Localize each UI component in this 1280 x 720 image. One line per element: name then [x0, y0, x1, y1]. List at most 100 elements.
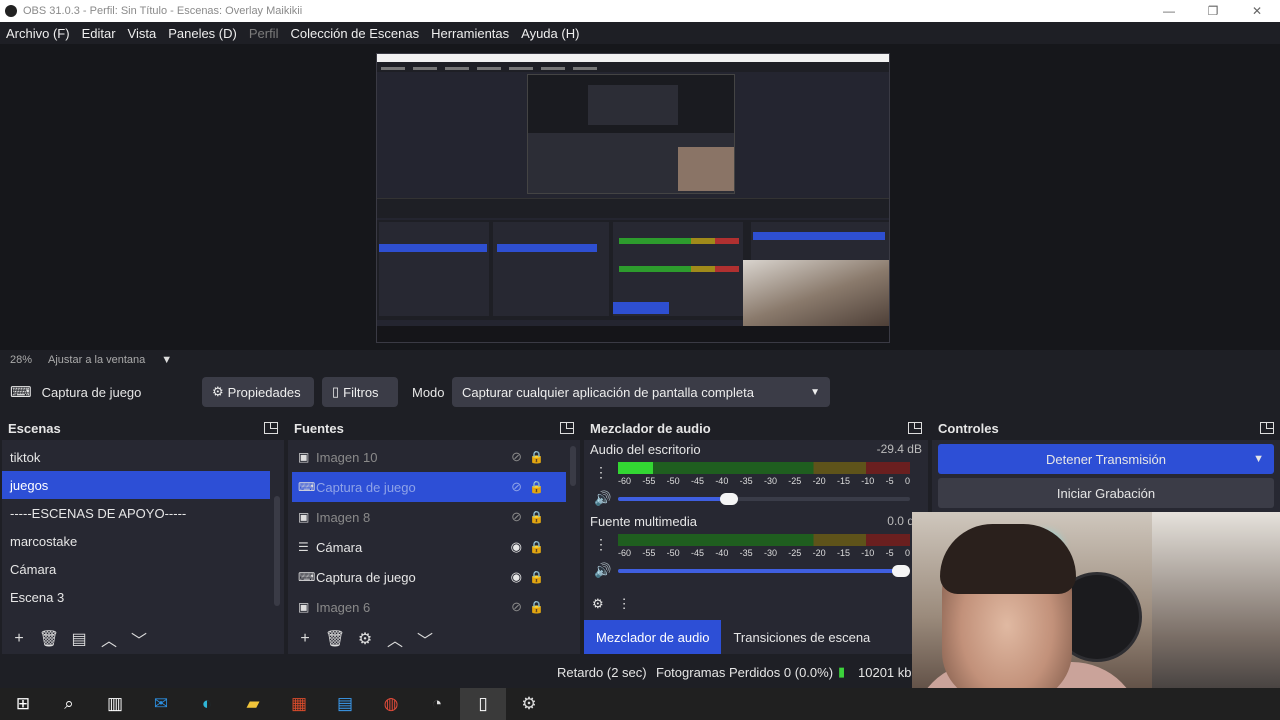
filters-button[interactable]: ▯ Filtros — [322, 377, 398, 407]
eye-icon[interactable]: ◉ — [511, 569, 522, 585]
scene-item-selected[interactable]: juegos — [2, 471, 270, 499]
kebab-menu-icon[interactable]: ⋮ — [594, 464, 608, 481]
search-icon[interactable]: ⌕ — [46, 688, 92, 720]
menu-coleccion-escenas[interactable]: Colección de Escenas — [284, 26, 425, 41]
chevron-down-icon: ▼ — [810, 386, 820, 398]
scene-label: tiktok — [10, 449, 41, 465]
menu-paneles[interactable]: Paneles (D) — [162, 26, 243, 41]
move-up-button[interactable]: ︿ — [384, 628, 406, 650]
image-icon: ▣ — [298, 450, 310, 464]
streamer-app-icon[interactable]: ⚙ — [506, 688, 552, 720]
tab-audio-mixer[interactable]: Mezclador de audio — [584, 620, 722, 654]
outlook-icon[interactable]: ✉ — [138, 688, 184, 720]
scene-item[interactable]: marcostake — [2, 527, 284, 555]
sources-scrollbar[interactable] — [570, 446, 576, 486]
meter-level — [618, 462, 654, 474]
scene-item[interactable]: -----ESCENAS DE APOYO----- — [2, 499, 284, 527]
source-label: Captura de juego — [316, 569, 416, 585]
add-scene-button[interactable]: + — [8, 628, 30, 650]
mixer-settings-icon[interactable]: ⚙ — [592, 596, 604, 612]
windows-start-icon[interactable]: ⊞ — [0, 688, 46, 720]
mixer-menu-icon[interactable]: ⋮ — [618, 596, 631, 612]
chrome-icon[interactable]: ◍ — [368, 688, 414, 720]
menu-herramientas[interactable]: Herramientas — [425, 26, 515, 41]
eye-hidden-icon[interactable]: ⊘ — [511, 449, 522, 465]
preview-taskbar — [377, 326, 889, 342]
store-icon[interactable]: ▤ — [322, 688, 368, 720]
remove-scene-button[interactable]: 🗑 — [38, 628, 60, 650]
eye-hidden-icon[interactable]: ⊘ — [511, 509, 522, 525]
stop-stream-button[interactable]: Detener Transmisión ▼ — [938, 444, 1274, 474]
scene-item[interactable]: tiktok — [2, 443, 284, 471]
start-recording-button[interactable]: Iniciar Grabación — [938, 478, 1274, 508]
lock-icon[interactable]: 🔒 — [529, 450, 544, 464]
source-item[interactable]: ▣ Imagen 8 ⊘ 🔒 — [288, 502, 580, 532]
speaker-icon[interactable]: 🔊 — [594, 562, 611, 579]
scene-item[interactable]: Cámara — [2, 555, 284, 583]
close-button[interactable]: ✕ — [1235, 0, 1279, 22]
chevron-down-icon[interactable]: ▼ — [1253, 453, 1264, 465]
lock-icon[interactable]: 🔒 — [529, 570, 544, 584]
meter-tick-label: -20 — [812, 476, 826, 486]
zoom-dropdown-icon[interactable]: ▼ — [161, 354, 172, 366]
menu-ayuda[interactable]: Ayuda (H) — [515, 26, 585, 41]
add-source-button[interactable]: + — [294, 628, 316, 650]
meter-tick-label: -45 — [690, 548, 704, 558]
scenes-scrollbar[interactable] — [274, 496, 280, 606]
properties-button[interactable]: ⚙ Propiedades — [202, 377, 314, 407]
eye-hidden-icon[interactable]: ⊘ — [511, 599, 522, 615]
undock-icon[interactable] — [264, 422, 278, 434]
mixer-header: Mezclador de audio — [584, 416, 928, 440]
scene-item[interactable]: Escena 3 — [2, 583, 284, 611]
restore-button[interactable]: ❐ — [1191, 0, 1235, 22]
scene-label: juegos — [10, 477, 49, 493]
source-item[interactable]: ▣ Imagen 6 ⊘ 🔒 — [288, 592, 580, 622]
file-explorer-icon[interactable]: ▰ — [230, 688, 276, 720]
volume-slider[interactable] — [618, 493, 910, 505]
move-down-button[interactable]: ﹀ — [414, 628, 436, 650]
source-item-selected[interactable]: ⌨ Captura de juego ⊘ 🔒 — [292, 472, 566, 502]
scene-filters-button[interactable]: ▤ — [68, 628, 90, 650]
undock-icon[interactable] — [1260, 422, 1274, 434]
menu-perfil[interactable]: Perfil — [243, 26, 285, 41]
lock-icon[interactable]: 🔒 — [529, 600, 544, 614]
lock-icon[interactable]: 🔒 — [529, 540, 544, 554]
move-down-button[interactable]: ﹀ — [128, 628, 150, 650]
slider-knob[interactable] — [892, 565, 911, 577]
window-title: OBS 31.0.3 - Perfil: Sin Título - Escena… — [23, 5, 303, 17]
source-settings-button[interactable]: ⚙ — [354, 628, 376, 650]
undock-icon[interactable] — [560, 422, 574, 434]
tab-scene-transitions[interactable]: Transiciones de escena — [721, 620, 882, 654]
task-view-icon[interactable]: ▥ — [92, 688, 138, 720]
undock-icon[interactable] — [908, 422, 922, 434]
stream-preview[interactable] — [376, 53, 890, 343]
lock-icon[interactable]: 🔒 — [529, 510, 544, 524]
slider-knob[interactable] — [719, 493, 738, 505]
obs-icon[interactable]: ◔ — [414, 688, 460, 720]
source-item[interactable]: ☰ Cámara ◉ 🔒 — [288, 532, 580, 562]
eye-icon[interactable]: ◉ — [511, 539, 522, 555]
obs-logo-icon — [5, 5, 17, 17]
menu-vista[interactable]: Vista — [122, 26, 163, 41]
volume-slider[interactable] — [618, 565, 911, 577]
source-item[interactable]: ▣ Imagen 10 ⊘ 🔒 — [288, 442, 580, 472]
notepad-icon[interactable]: ▯ — [460, 688, 506, 720]
speaker-icon[interactable]: 🔊 — [594, 490, 611, 507]
filter-icon: ▯ — [332, 384, 340, 399]
scene-label: marcostake — [10, 533, 78, 549]
mode-select[interactable]: Capturar cualquier aplicación de pantall… — [452, 377, 830, 407]
move-up-button[interactable]: ︿ — [98, 628, 120, 650]
source-label: Captura de juego — [316, 479, 416, 495]
preview-titlebar — [377, 54, 889, 62]
source-item[interactable]: ⌨ Captura de juego ◉ 🔒 — [288, 562, 580, 592]
lock-icon[interactable]: 🔒 — [529, 480, 544, 494]
remove-source-button[interactable]: 🗑 — [324, 628, 346, 650]
menu-archivo[interactable]: Archivo (F) — [0, 26, 76, 41]
edge-icon[interactable]: ◐ — [184, 688, 230, 720]
menu-editar[interactable]: Editar — [76, 26, 122, 41]
kebab-menu-icon[interactable]: ⋮ — [594, 536, 608, 553]
app-icon[interactable]: ▦ — [276, 688, 322, 720]
eye-hidden-icon[interactable]: ⊘ — [511, 479, 522, 495]
minimize-button[interactable]: — — [1147, 0, 1191, 22]
zoom-mode[interactable]: Ajustar a la ventana — [48, 354, 145, 366]
